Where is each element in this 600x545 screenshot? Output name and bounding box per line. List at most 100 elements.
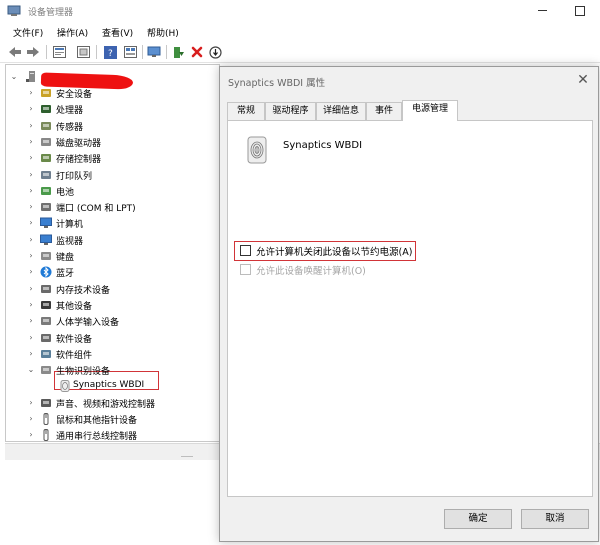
chevron-right-icon[interactable]: ›	[26, 397, 36, 409]
allow-wake-label: 允许此设备唤醒计算机(O)	[256, 266, 366, 277]
close-icon[interactable]: ✕	[575, 72, 591, 88]
menu-bar: 文件(F) 操作(A) 查看(V) 帮助(H)	[0, 23, 600, 41]
tree-category[interactable]: › 监视器	[6, 232, 219, 248]
refresh-icon[interactable]	[75, 44, 91, 60]
biometric-icon	[41, 366, 51, 375]
storage-icon	[41, 154, 51, 163]
fingerprint-device-icon	[247, 136, 267, 164]
chevron-right-icon[interactable]: ›	[26, 169, 36, 181]
chevron-right-icon[interactable]: ›	[26, 332, 36, 344]
chevron-right-icon[interactable]: ›	[26, 201, 36, 213]
chevron-right-icon[interactable]: ›	[26, 136, 36, 148]
back-icon[interactable]	[7, 44, 23, 60]
tree-category[interactable]: › 传感器	[6, 118, 219, 134]
computer-root-icon	[26, 71, 35, 82]
chevron-right-icon[interactable]: ›	[26, 283, 36, 295]
tree-category[interactable]: › 声音、视频和游戏控制器	[6, 395, 219, 411]
tree-item-label: 声音、视频和游戏控制器	[56, 399, 156, 410]
disk-icon	[41, 137, 51, 146]
chevron-right-icon[interactable]: ›	[26, 185, 36, 197]
tree-category[interactable]: › 人体学输入设备	[6, 313, 219, 329]
monitor-icon[interactable]	[146, 44, 162, 60]
view-icon[interactable]	[122, 44, 138, 60]
chevron-right-icon[interactable]: ›	[26, 152, 36, 164]
port-icon	[41, 203, 51, 212]
tree-category[interactable]: › 磁盘驱动器	[6, 134, 219, 150]
properties-dialog: Synaptics WBDI 属性 ✕ 常规 驱动程序 详细信息 事件 电源管理…	[219, 66, 599, 542]
chevron-right-icon[interactable]: ›	[26, 103, 36, 115]
chevron-right-icon[interactable]: ›	[26, 266, 36, 278]
tree-item-label: 鼠标和其他指针设备	[56, 416, 138, 426]
device-tree: ⌄ › 安全设备 › 处理器 › 传感器 › 磁盘驱动器 › 存储控制器 › 打印队列 › 电池 › 端口 (…	[5, 64, 220, 442]
device-name: Synaptics WBDI	[283, 140, 363, 151]
tree-category[interactable]: › 软件组件	[6, 346, 219, 362]
tree-item-label: Synaptics WBDI	[73, 380, 145, 391]
device-manager-icon	[7, 5, 21, 16]
menu-view[interactable]: 查看(V)	[102, 26, 133, 39]
properties-icon[interactable]	[51, 44, 67, 60]
maximize-button[interactable]	[568, 4, 590, 18]
tree-category[interactable]: › 键盘	[6, 248, 219, 264]
forward-icon[interactable]	[25, 44, 41, 60]
tab-driver[interactable]: 驱动程序	[265, 102, 316, 120]
chevron-right-icon[interactable]: ›	[26, 299, 36, 311]
chevron-right-icon[interactable]: ›	[26, 217, 36, 229]
minimize-button[interactable]	[532, 4, 554, 18]
tree-category[interactable]: › 蓝牙	[6, 264, 219, 280]
dialog-title: Synaptics WBDI 属性	[228, 78, 326, 89]
tree-category[interactable]: › 端口 (COM 和 LPT)	[6, 199, 219, 215]
tree-category[interactable]: ⌄ 生物识别设备	[6, 362, 219, 378]
tab-strip: 常规 驱动程序 详细信息 事件 电源管理	[227, 100, 593, 121]
chevron-right-icon[interactable]: ›	[26, 413, 36, 425]
window-title: 设备管理器	[28, 8, 74, 18]
tab-events[interactable]: 事件	[366, 102, 402, 120]
tree-category[interactable]: › 鼠标和其他指针设备	[6, 411, 219, 427]
hid-icon	[41, 317, 51, 326]
chevron-right-icon[interactable]: ›	[26, 120, 36, 132]
disable-icon[interactable]	[207, 44, 223, 60]
uninstall-icon[interactable]	[189, 44, 205, 60]
sensor-icon	[41, 121, 51, 130]
tree-category[interactable]: › 内存技术设备	[6, 281, 219, 297]
chevron-right-icon[interactable]: ›	[26, 315, 36, 327]
fingerprint-icon	[60, 380, 70, 393]
menu-help[interactable]: 帮助(H)	[147, 26, 179, 39]
tree-item-label: 处理器	[56, 106, 84, 117]
chevron-right-icon[interactable]: ›	[26, 87, 36, 99]
tree-category[interactable]: › 软件设备	[6, 330, 219, 346]
chevron-right-icon[interactable]: ›	[26, 234, 36, 246]
allow-power-off-label[interactable]: 允许计算机关闭此设备以节约电源(A)	[256, 244, 412, 258]
tree-item-label: 其他设备	[56, 301, 93, 312]
update-driver-icon[interactable]	[171, 44, 187, 60]
help-icon[interactable]: ?	[102, 44, 118, 60]
allow-power-off-checkbox[interactable]	[240, 245, 251, 256]
chevron-right-icon[interactable]: ›	[26, 348, 36, 360]
tree-item-label: 软件组件	[56, 350, 93, 361]
tree-item-synaptics-wbdi[interactable]: Synaptics WBDI	[6, 378, 219, 394]
tab-general[interactable]: 常规	[227, 102, 265, 120]
tree-category[interactable]: › 存储控制器	[6, 150, 219, 166]
tree-category[interactable]: › 打印队列	[6, 167, 219, 183]
tree-item-label: 监视器	[56, 236, 84, 247]
tree-category[interactable]: › 其他设备	[6, 297, 219, 313]
menu-action[interactable]: 操作(A)	[57, 26, 88, 39]
tree-category[interactable]: › 电池	[6, 183, 219, 199]
processor-icon	[41, 105, 51, 114]
menu-file[interactable]: 文件(F)	[13, 26, 43, 39]
cancel-button[interactable]: 取消	[521, 509, 589, 529]
tree-root[interactable]: ⌄	[6, 69, 219, 90]
chevron-down-icon[interactable]: ⌄	[9, 71, 19, 83]
tree-category[interactable]: › 处理器	[6, 101, 219, 117]
chevron-down-icon[interactable]: ⌄	[26, 364, 36, 376]
ok-button[interactable]: 确定	[444, 509, 512, 529]
software-device-icon	[41, 333, 51, 342]
keyboard-icon	[41, 252, 51, 260]
chevron-right-icon[interactable]: ›	[26, 250, 36, 262]
tab-details[interactable]: 详细信息	[316, 102, 366, 120]
tree-category[interactable]: › 安全设备	[6, 85, 219, 101]
tree-category[interactable]: › 通用串行总线控制器	[6, 427, 219, 441]
tree-category[interactable]: › 计算机	[6, 215, 219, 231]
tab-power-management[interactable]: 电源管理	[402, 100, 458, 121]
chevron-right-icon[interactable]: ›	[26, 429, 36, 441]
tree-item-label: 电池	[56, 187, 75, 198]
